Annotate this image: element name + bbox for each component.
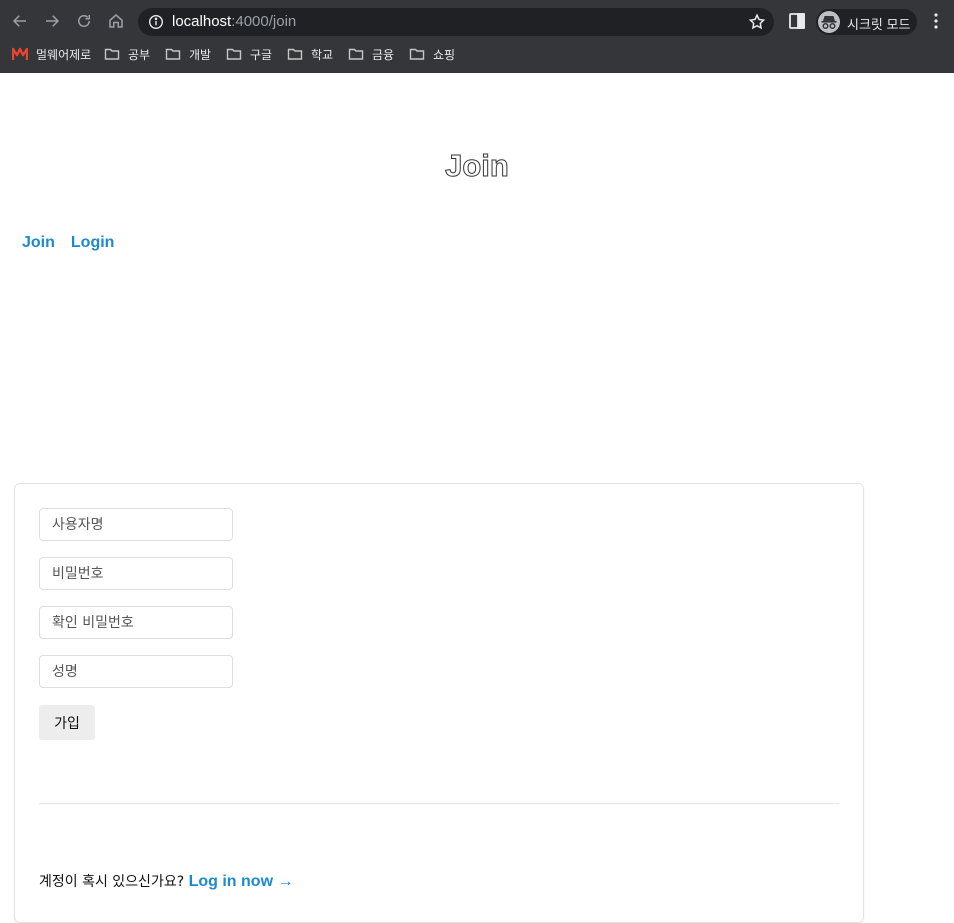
bookmark-label: 개발 [189,47,212,62]
full-name-input[interactable] [39,655,233,688]
side-panel-icon[interactable] [788,12,806,30]
site-info-icon[interactable] [148,14,164,30]
browser-toolbar: localhost:4000/join 시크릿 모드 [0,0,954,42]
browser-chrome: localhost:4000/join 시크릿 모드 멀웨어제로 공부 개발 구… [0,0,954,73]
address-bar[interactable]: localhost:4000/join [138,8,774,36]
bookmark-label: 쇼핑 [433,47,456,62]
bookmark-label: 구글 [250,47,273,62]
bookmark-folder-finance[interactable]: 금융 [348,45,394,63]
bookmark-folder-dev[interactable]: 개발 [165,45,211,63]
folder-icon [226,47,242,61]
bookmark-label: 멀웨어제로 [36,47,92,62]
bookmark-malwarezero[interactable]: 멀웨어제로 [11,45,92,63]
bookmark-label: 금융 [372,47,395,62]
login-prompt: 계정이 혹시 있으신가요? Log in now → [39,871,293,891]
folder-icon [104,47,120,61]
forward-arrow-icon[interactable] [41,10,63,32]
divider [39,803,839,804]
reload-icon[interactable] [73,10,95,32]
bookmark-label: 공부 [128,47,151,62]
url-path: :4000/join [231,13,297,30]
folder-icon [165,47,181,61]
bookmark-star-icon[interactable] [748,13,766,31]
incognito-label: 시크릿 모드 [847,17,911,32]
username-input[interactable] [39,508,233,541]
bookmark-folder-study[interactable]: 공부 [104,45,150,63]
password-input[interactable] [39,557,233,590]
nav-link-join[interactable]: Join [22,234,55,252]
more-vertical-icon[interactable] [928,12,944,30]
bookmark-folder-shopping[interactable]: 쇼핑 [409,45,455,63]
folder-icon [287,47,303,61]
home-icon[interactable] [105,10,127,32]
incognito-indicator[interactable]: 시크릿 모드 [816,9,917,35]
login-prompt-text: 계정이 혹시 있으신가요? [39,874,185,890]
bookmarks-bar: 멀웨어제로 공부 개발 구글 학교 금융 쇼핑 [0,42,954,66]
url-host: localhost [172,13,232,30]
incognito-icon [818,11,840,33]
page-title: Join [445,148,510,184]
folder-icon [348,47,364,61]
nav-link-login[interactable]: Login [71,234,115,252]
join-submit-button[interactable]: 가입 [39,705,95,740]
brand-m-icon [11,47,29,61]
back-arrow-icon[interactable] [9,10,31,32]
bookmark-folder-school[interactable]: 학교 [287,45,333,63]
bookmark-folder-google[interactable]: 구글 [226,45,272,63]
confirm-password-input[interactable] [39,606,233,639]
top-nav: Join Login [22,234,114,252]
login-now-link[interactable]: Log in now → [189,873,294,890]
bookmark-label: 학교 [311,47,334,62]
url-text: localhost:4000/join [172,14,296,30]
join-form-card: 가입 계정이 혹시 있으신가요? Log in now → [14,483,864,923]
folder-icon [409,47,425,61]
